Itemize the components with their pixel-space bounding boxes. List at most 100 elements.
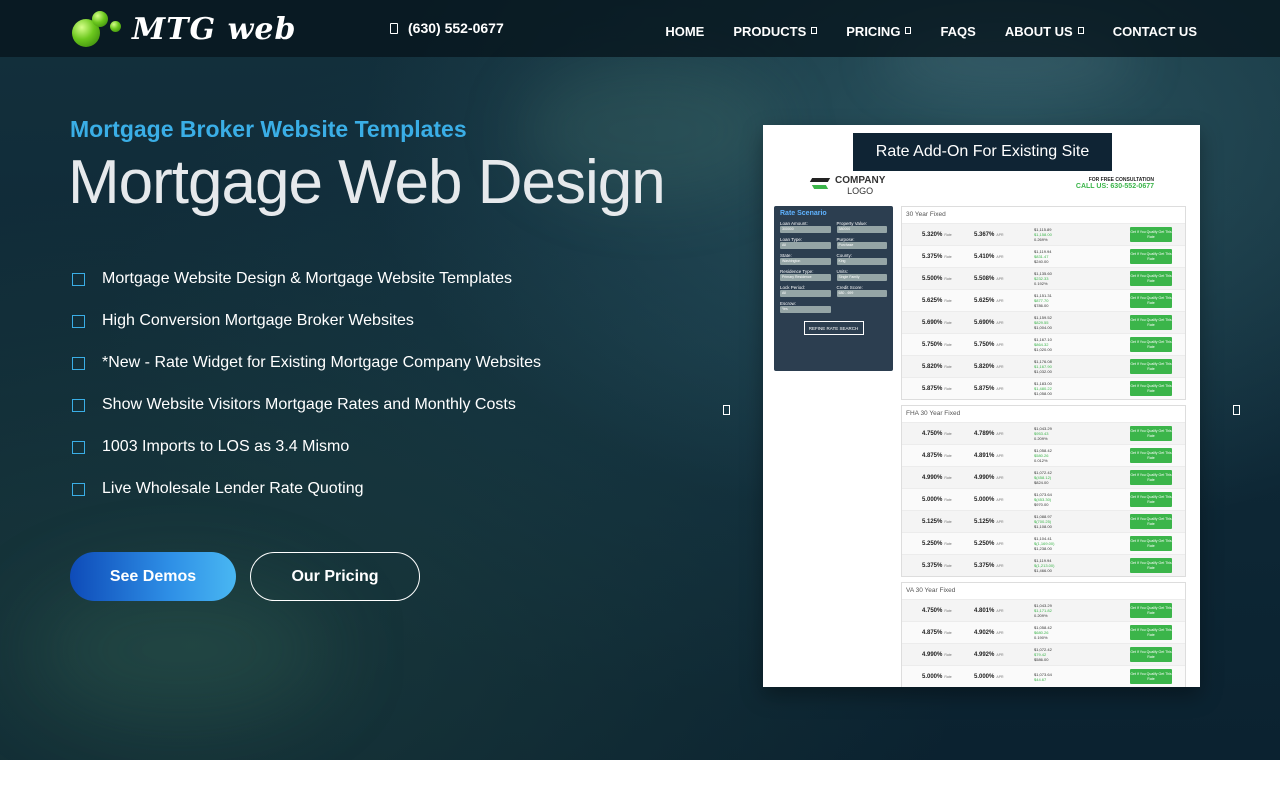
- cost-cell: $1,151.31 $877.70 $786.00: [1034, 293, 1130, 308]
- get-this-rate-button: Get If You Qualify Get This Rate: [1130, 426, 1172, 441]
- get-this-rate-button: Get If You Qualify Get This Rate: [1130, 227, 1172, 242]
- get-this-rate-button: Get If You Qualify Get This Rate: [1130, 669, 1172, 684]
- rate-cell: 5.625% Rate: [906, 298, 974, 304]
- apr-cell: 4.990% APR: [974, 475, 1034, 481]
- feature-item: 1003 Imports to LOS as 3.4 Mismo: [72, 426, 541, 468]
- apr-cell: 5.367% APR: [974, 232, 1034, 238]
- rate-row: 4.750% Rate 4.789% APR $1,043.29 $953.43 0.209…: [902, 422, 1185, 444]
- apr-label: APR: [996, 298, 1004, 303]
- apr-value: 5.625%: [974, 297, 995, 304]
- rate-label: Rate: [944, 232, 952, 237]
- apr-label: APR: [996, 519, 1004, 524]
- apr-value: 5.875%: [974, 385, 995, 392]
- apr-value: 5.690%: [974, 319, 995, 326]
- rate-row: 5.500% Rate 5.508% APR $1,135.60 $232.33 0.192…: [902, 267, 1185, 289]
- nav-home[interactable]: HOME: [665, 24, 704, 39]
- rate-value: 5.375%: [922, 253, 943, 260]
- get-this-rate-button: Get If You Qualify Get This Rate: [1130, 470, 1172, 485]
- nav-about-us[interactable]: ABOUT US: [1005, 24, 1084, 39]
- cost-cell: $1,073.64 $44.67: [1034, 672, 1130, 682]
- rate-value: 4.750%: [922, 430, 943, 437]
- nav-contact-us[interactable]: CONTACT US: [1113, 24, 1197, 39]
- apr-label: APR: [996, 608, 1004, 613]
- scenario-field-input: Washington: [780, 258, 831, 265]
- rate-row: 5.875% Rate 5.875% APR $1,183.00 $1,480.22 $1,…: [902, 377, 1185, 399]
- apr-cell: 5.690% APR: [974, 320, 1034, 326]
- cost-cell: $1,167.10 $864.32 $1,020.00: [1034, 337, 1130, 352]
- rate-cell: 4.750% Rate: [906, 431, 974, 437]
- rate-label: Rate: [944, 519, 952, 524]
- rate-row: 5.750% Rate 5.750% APR $1,167.10 $864.32 $1,02…: [902, 333, 1185, 355]
- apr-cell: 4.891% APR: [974, 453, 1034, 459]
- rate-row: 5.000% Rate 5.000% APR $1,073.64 $(453.30) $97…: [902, 488, 1185, 510]
- scenario-fields: Loan Amount: 300000 Property Value: 380000 L…: [780, 221, 887, 315]
- chevron-down-icon: [905, 27, 912, 34]
- apr-label: APR: [996, 541, 1004, 546]
- carousel-next-icon[interactable]: [1233, 405, 1240, 415]
- rate-row: 4.750% Rate 4.801% APR $1,043.29 $1,171.82 0.2…: [902, 599, 1185, 621]
- apr-cell: 5.750% APR: [974, 342, 1034, 348]
- scenario-field: Escrow: Yes: [780, 301, 831, 315]
- apr-cell: 5.820% APR: [974, 364, 1034, 370]
- rate-cell: 4.990% Rate: [906, 652, 974, 658]
- get-this-rate-button: Get If You Qualify Get This Rate: [1130, 603, 1172, 618]
- checkbox-icon: [72, 398, 85, 412]
- checkbox-icon: [72, 482, 85, 496]
- points-value: $1,238.00: [1034, 546, 1052, 551]
- rate-cell: 4.875% Rate: [906, 453, 974, 459]
- apr-label: APR: [996, 652, 1004, 657]
- rate-value: 5.125%: [922, 518, 943, 525]
- rate-row: 4.875% Rate 4.902% APR $1,058.42 $680.26 0.190…: [902, 621, 1185, 643]
- cost-cell: $1,135.60 $232.33 0.192%: [1034, 271, 1130, 286]
- rate-value: 4.990%: [922, 474, 943, 481]
- rate-row: 4.990% Rate 4.990% APR $1,072.42 $(458.12) $82…: [902, 466, 1185, 488]
- call-line: CALL US: 630-552-0677: [1075, 183, 1154, 190]
- scenario-field: County: King: [836, 253, 887, 267]
- see-demos-button[interactable]: See Demos: [70, 552, 236, 601]
- get-this-rate-button: Get If You Qualify Get This Rate: [1130, 647, 1172, 662]
- scenario-field-input: All: [780, 242, 831, 249]
- rate-section: VA 30 Year Fixed 4.750% Rate 4.801% APR $1,04…: [901, 582, 1186, 687]
- apr-value: 5.000%: [974, 496, 995, 503]
- rate-cell: 4.875% Rate: [906, 630, 974, 636]
- rate-section: FHA 30 Year Fixed 4.750% Rate 4.789% APR $1,0…: [901, 405, 1186, 577]
- apr-cell: 4.902% APR: [974, 630, 1034, 636]
- apr-value: 5.375%: [974, 562, 995, 569]
- rate-value: 5.820%: [922, 363, 943, 370]
- apr-value: 5.508%: [974, 275, 995, 282]
- main-nav: HOME PRODUCTS PRICING FAQS ABOUT US CONT…: [665, 24, 1197, 39]
- points-value: 0.192%: [1034, 281, 1048, 286]
- apr-label: APR: [996, 364, 1004, 369]
- rate-cell: 5.320% Rate: [906, 232, 974, 238]
- scenario-field-input: 680 - 699: [836, 290, 887, 297]
- points-value: $824.00: [1034, 480, 1049, 485]
- nav-faqs[interactable]: FAQS: [940, 24, 975, 39]
- apr-label: APR: [996, 320, 1004, 325]
- nav-products[interactable]: PRODUCTS: [733, 24, 818, 39]
- header-phone[interactable]: (630) 552-0677: [390, 20, 504, 36]
- site-logo[interactable]: MTG web: [72, 8, 297, 50]
- hero-headline: Mortgage Web Design: [68, 148, 666, 217]
- scenario-field-input: All: [780, 290, 831, 297]
- feature-text: Live Wholesale Lender Rate Quoting: [102, 480, 364, 497]
- our-pricing-button[interactable]: Our Pricing: [250, 552, 420, 601]
- apr-value: 5.000%: [974, 673, 995, 680]
- nav-pricing[interactable]: PRICING: [846, 24, 912, 39]
- carousel-prev-icon[interactable]: [723, 405, 730, 415]
- feature-list: Mortgage Website Design & Mortgage Websi…: [72, 258, 541, 510]
- rate-section-title: VA 30 Year Fixed: [906, 587, 956, 594]
- cost-cell: $1,159.52 $829.55 $1,004.00: [1034, 315, 1130, 330]
- scenario-title: Rate Scenario: [780, 210, 827, 217]
- nav-label: PRICING: [846, 24, 901, 39]
- chevron-down-icon: [811, 27, 818, 34]
- points-value: $586.00: [1034, 657, 1049, 662]
- get-this-rate-button: Get If You Qualify Get This Rate: [1130, 514, 1172, 529]
- rate-row: 5.375% Rate 5.375% APR $1,119.94 $(1,213.00) $…: [902, 554, 1185, 576]
- apr-cell: 4.801% APR: [974, 608, 1034, 614]
- rate-value: 5.750%: [922, 341, 943, 348]
- hero-section: MTG web (630) 552-0677 HOME PRODUCTS PRI…: [0, 0, 1280, 760]
- scenario-field-input: King: [836, 258, 887, 265]
- points-value: $1,032.00: [1034, 369, 1052, 374]
- cost-cell: $1,058.42 $680.26 0.190%: [1034, 625, 1130, 640]
- checkbox-icon: [72, 356, 85, 370]
